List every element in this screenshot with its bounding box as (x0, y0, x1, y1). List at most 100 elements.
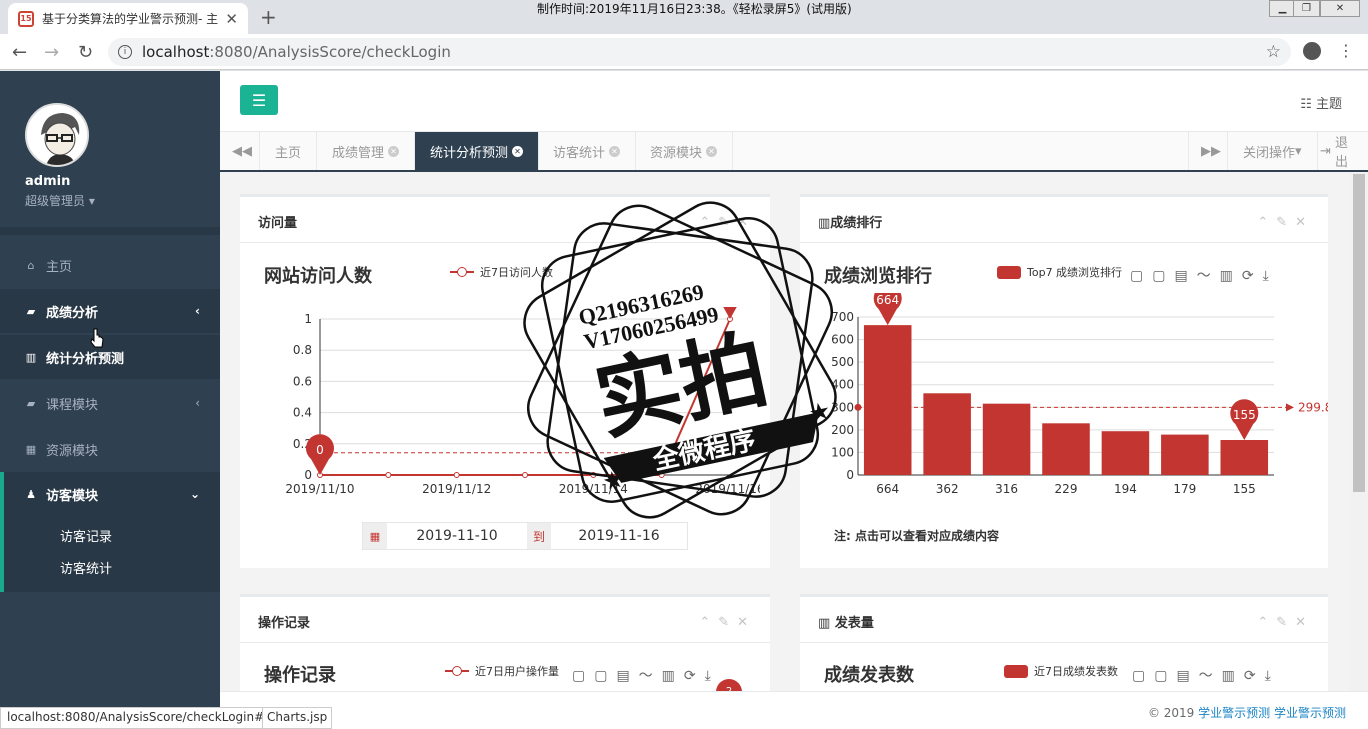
min-pin-marker-label: 0 (316, 443, 324, 457)
bar-chart-icon: ▥ (818, 616, 831, 631)
date-to-input[interactable]: 2019-11-16 (551, 528, 687, 544)
sidebar-divider (0, 227, 220, 235)
chart-legend[interactable]: 近7日成绩发表数 (1004, 663, 1118, 679)
theme-icon: ☷ (1300, 97, 1312, 112)
panel-tools[interactable]: ⌃✎✕ (699, 215, 756, 230)
sidebar-subitem-visitor-log[interactable]: 访客记录 (60, 526, 112, 545)
user-role-dropdown[interactable]: 超级管理员 ▾ (25, 192, 95, 209)
home-icon: ⌂ (27, 258, 35, 272)
bar-chart-icon: ▥ (818, 216, 831, 231)
x-tick-label: 362 (936, 482, 959, 496)
browser-tab[interactable]: 15 基于分类算法的学业警示预测- 主 ✕ (8, 3, 248, 34)
minimize-icon[interactable]: ▁ (1269, 0, 1296, 17)
footer-link[interactable]: 学业警示预测 (1198, 706, 1270, 720)
menu-toggle-button[interactable]: ☰ (240, 85, 278, 115)
book-icon: ▰ (26, 304, 36, 318)
calendar-favicon-icon: 15 (18, 10, 34, 27)
tab-resource[interactable]: 资源模块 ✕ (635, 132, 734, 170)
chart-toolbox[interactable]: ▢▢▤〜▥⟳⤓ (1132, 665, 1280, 685)
date-from-input[interactable]: 2019-11-10 (387, 528, 527, 544)
tab-score-manage[interactable]: 成绩管理 ✕ (317, 132, 416, 170)
visits-line-chart[interactable]: 00.20.40.60.812019/11/10 2019/11/12 2019/1… (260, 307, 760, 507)
main-content: ☰ ☷ 主题 ◀◀ 主页 成绩管理 ✕ 统计分析预测 ✕ 访客统计 ✕ 资源模块 ✕ ▶… (220, 71, 1368, 729)
data-point (658, 472, 665, 478)
theme-button[interactable]: ☷ 主题 (1300, 93, 1342, 112)
panel-tools[interactable]: ⌃✎✕ (1257, 615, 1314, 630)
x-tick-label: 2019/11/10 (285, 482, 354, 496)
sidebar-item-label: 统计分析预测 (46, 351, 125, 367)
chart-legend[interactable]: 近7日访问人数 (450, 264, 553, 280)
publish-panel: ▥ 发表量 ⌃✎✕ 成绩发表数 近7日成绩发表数 ▢▢▤〜▥⟳⤓ (800, 594, 1328, 694)
min-pin-marker: 155 (1230, 399, 1259, 441)
panel-header: 操作记录 ⌃✎✕ (240, 597, 770, 643)
tab-stat-predict[interactable]: 统计分析预测 ✕ (415, 132, 540, 170)
sidebar-item-course[interactable]: ▰ 课程模块 ‹ (0, 381, 220, 425)
x-tick-label: 2019/11/12 (422, 482, 491, 496)
series-line (320, 318, 731, 476)
tabs-scroll-right-icon[interactable]: ▶▶ (1188, 132, 1228, 170)
x-tick-label: 194 (1114, 482, 1137, 496)
tab-home[interactable]: 主页 (260, 132, 318, 170)
chart-toolbox[interactable]: ▢▢▤〜▥⟳⤓ (1130, 265, 1278, 285)
content-scrollbar[interactable] (1350, 172, 1368, 691)
panel-title: ▥成绩排行 (818, 216, 883, 231)
sidebar-item-stat-predict[interactable]: ▥ 统计分析预测 (0, 335, 220, 379)
omnibox[interactable]: i localhost:8080/AnalysisScore/checkLogi… (108, 38, 1291, 66)
tab-visitor-stats[interactable]: 访客统计 ✕ (538, 132, 637, 170)
url-text[interactable]: localhost:8080/AnalysisScore/checkLogin (142, 43, 451, 61)
chart-legend[interactable]: 近7日用户操作量 (445, 663, 559, 679)
info-icon[interactable]: i (118, 45, 132, 59)
user-icon: ♟ (26, 487, 36, 501)
x-tick-label: 664 (876, 482, 899, 496)
min-pin-marker-label: 155 (1233, 408, 1256, 422)
y-tick-label: 200 (831, 423, 854, 437)
y-tick-label: 0 (304, 468, 312, 482)
sidebar-item-score-analysis[interactable]: ▰ 成绩分析 ‹ (0, 289, 220, 333)
more-menu-icon[interactable]: ⋮ (1338, 41, 1354, 60)
tabs-scroll-left-icon[interactable]: ◀◀ (220, 132, 260, 170)
chevron-left-icon: ‹ (195, 304, 200, 318)
close-icon[interactable]: ✕ (609, 145, 621, 157)
profile-avatar-icon[interactable] (1303, 42, 1321, 60)
y-tick-label: 0.4 (293, 406, 312, 420)
bookmark-star-icon[interactable]: ☆ (1266, 42, 1281, 62)
data-point (522, 472, 528, 478)
ranking-bar-chart[interactable]: 0 100 200 300 400 500 600 700 664 362 316 229 194 179… (814, 293, 1328, 503)
chart-legend[interactable]: Top7 成绩浏览排行 (997, 264, 1122, 280)
y-tick-label: 400 (831, 378, 854, 392)
close-icon[interactable]: ✕ (512, 145, 524, 157)
x-tick-label: 179 (1173, 482, 1196, 496)
sidebar-item-resource[interactable]: ▦ 资源模块 (0, 427, 220, 471)
logout-icon: ⇥ (1320, 143, 1331, 159)
bar (1220, 440, 1269, 475)
restore-icon[interactable]: ❐ (1293, 0, 1320, 17)
close-icon[interactable]: ✕ (706, 145, 718, 157)
close-icon[interactable]: ✕ (388, 145, 400, 157)
window-close-icon[interactable]: ✕ (1320, 0, 1360, 17)
panel-tools[interactable]: ⌃✎✕ (1257, 215, 1314, 230)
sidebar-item-label: 课程模块 (46, 397, 99, 413)
chart-toolbox[interactable]: ▢▢▤〜▥⟳⤓ (572, 665, 720, 685)
sidebar-item-visitor[interactable]: ♟ 访客模块 ⌄ (0, 472, 220, 516)
scrollbar-thumb[interactable] (1353, 174, 1365, 492)
avatar[interactable] (25, 103, 89, 167)
footer-link[interactable]: 学业警示预测 (1274, 706, 1346, 720)
forward-icon[interactable]: → (44, 42, 59, 63)
sidebar-item-home[interactable]: ⌂ 主页 (0, 243, 220, 287)
new-tab-icon[interactable]: + (260, 5, 277, 29)
y-tick-label: 600 (831, 333, 854, 347)
back-icon[interactable]: ← (12, 42, 27, 63)
x-tick-label: 155 (1233, 482, 1256, 496)
x-tick-label: 229 (1055, 482, 1078, 496)
logout-button[interactable]: ⇥ 退出 (1305, 132, 1368, 170)
bar (1101, 431, 1150, 475)
ops-panel: 操作记录 ⌃✎✕ 操作记录 近7日用户操作量 ▢▢▤〜▥⟳⤓ 2 (240, 594, 770, 705)
sidebar-subitem-visitor-stats[interactable]: 访客统计 (60, 558, 112, 577)
legend-line-icon (450, 267, 474, 277)
panel-tools[interactable]: ⌃✎✕ (699, 615, 756, 630)
sidebar-item-label: 成绩分析 (46, 305, 99, 321)
sidebar-item-label: 访客模块 (46, 488, 99, 504)
y-tick-label: 0 (846, 468, 854, 482)
close-tab-icon[interactable]: ✕ (225, 10, 238, 28)
reload-icon[interactable]: ↻ (78, 42, 93, 63)
